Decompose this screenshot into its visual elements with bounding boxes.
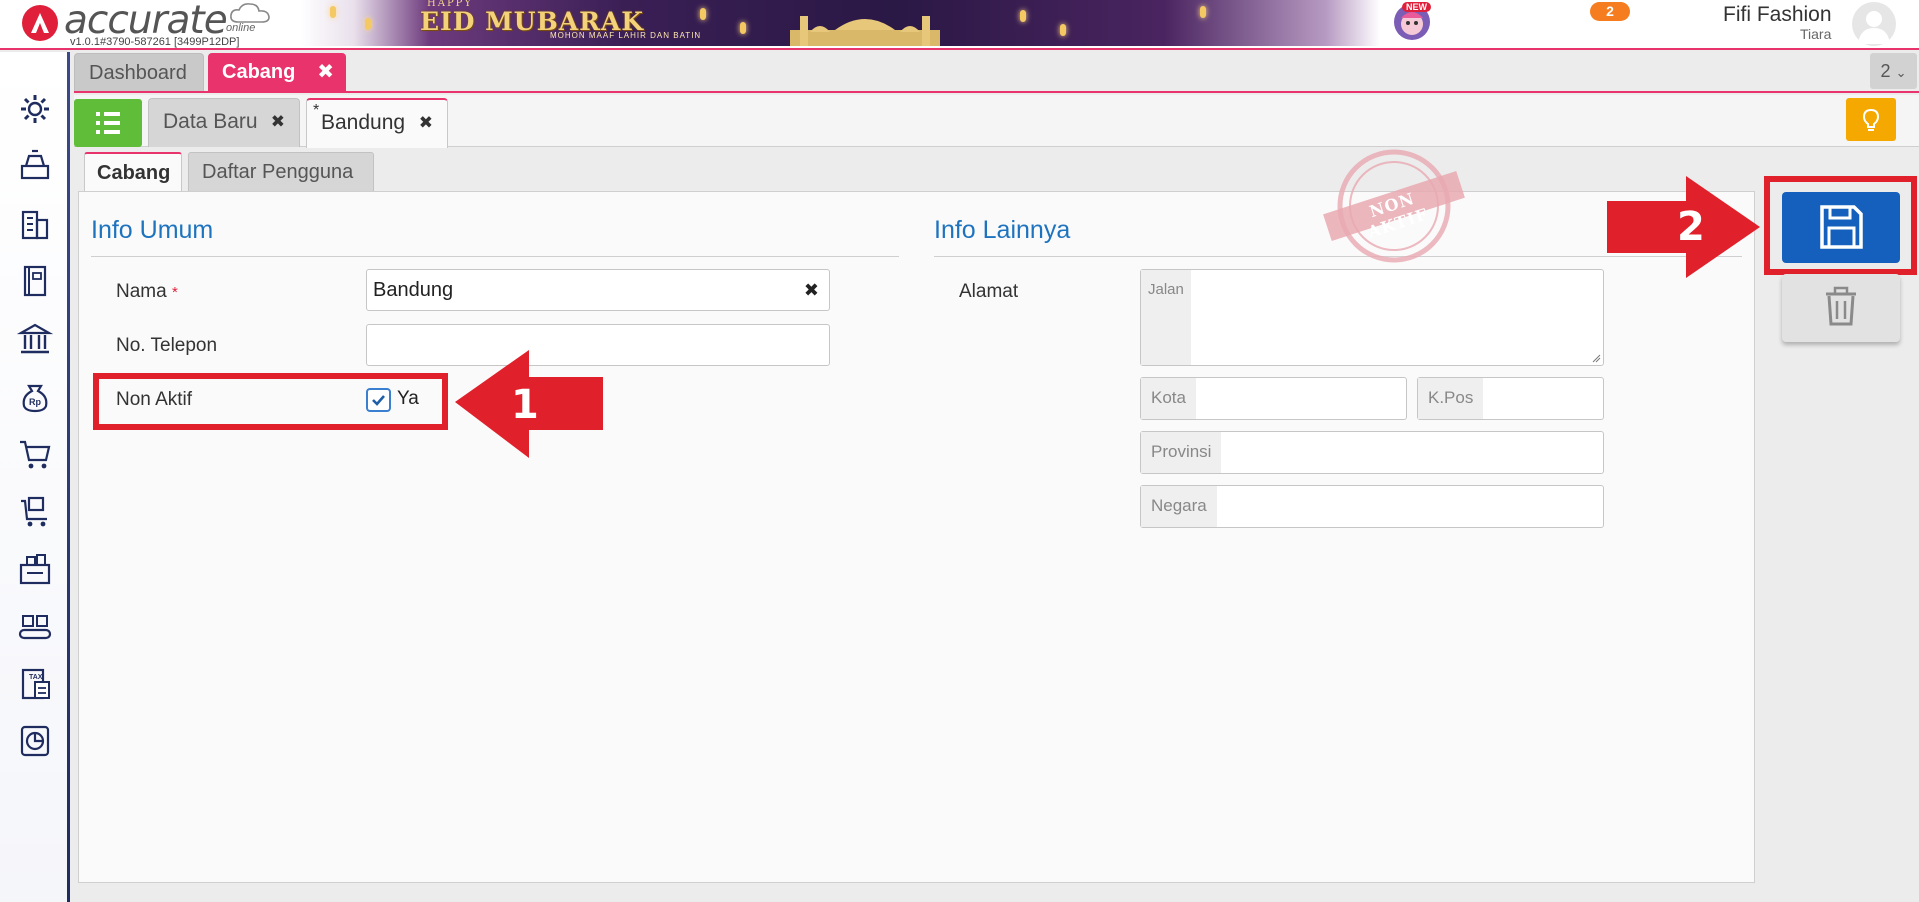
clear-icon[interactable]: ✖: [804, 270, 819, 310]
close-icon[interactable]: ✖: [419, 100, 433, 146]
annotation-step-2: 2: [1677, 204, 1705, 250]
lantern-icon: [700, 8, 706, 20]
notification-count-badge: 2: [1590, 2, 1630, 21]
non-aktif-stamp: NON AKTIF: [1322, 148, 1466, 266]
provinsi-input[interactable]: Provinsi: [1140, 431, 1604, 474]
open-tabs-count-dropdown[interactable]: 2 ⌄: [1870, 53, 1917, 89]
nama-input[interactable]: Bandung ✖: [366, 269, 830, 311]
tips-button[interactable]: [1846, 98, 1896, 141]
section-title-info-lainnya: Info Lainnya: [934, 216, 1071, 244]
chevron-down-icon: ⌄: [1895, 65, 1907, 80]
svg-text:?: ?: [1537, 15, 1546, 31]
cash-register-icon[interactable]: [17, 148, 53, 184]
help-icon[interactable]: ?: [1528, 10, 1554, 36]
jalan-textarea[interactable]: Jalan: [1140, 269, 1604, 366]
tab-label: Cabang: [97, 162, 171, 184]
lantern-icon: [1020, 10, 1026, 22]
tab-label: Dashboard: [89, 62, 187, 84]
building-icon[interactable]: [17, 206, 53, 242]
close-icon[interactable]: ✖: [271, 99, 285, 145]
inventory-icon[interactable]: [17, 551, 53, 587]
negara-input[interactable]: Negara: [1140, 485, 1604, 528]
list-icon: [96, 112, 120, 134]
section-title-info-umum: Info Umum: [91, 216, 214, 244]
kota-input[interactable]: Kota: [1140, 377, 1407, 420]
unsaved-marker: *: [313, 102, 320, 119]
svg-text:Rp: Rp: [29, 397, 41, 407]
mosque-icon: [790, 16, 940, 46]
tab-label: Bandung: [321, 111, 406, 134]
delete-button[interactable]: [1782, 274, 1900, 342]
gear-icon[interactable]: [17, 91, 53, 127]
kpos-prefix: K.Pos: [1418, 378, 1484, 419]
kota-prefix: Kota: [1141, 378, 1196, 419]
new-badge: NEW: [1402, 2, 1431, 12]
tab-label: Cabang: [222, 61, 296, 83]
bell-icon[interactable]: [1586, 20, 1608, 44]
jalan-prefix: Jalan: [1141, 270, 1191, 365]
required-marker: *: [171, 284, 178, 301]
conveyor-icon[interactable]: [17, 608, 53, 644]
list-view-button[interactable]: [74, 99, 142, 147]
ledger-book-icon[interactable]: [17, 263, 53, 299]
tab-cabang[interactable]: Cabang ✖: [208, 53, 346, 91]
nama-label: Nama *: [116, 281, 178, 303]
top-bar: accurate online v1.0.1#3790-587261 [3499…: [0, 0, 1919, 50]
search-icon[interactable]: [1465, 10, 1491, 36]
kpos-input[interactable]: K.Pos: [1417, 377, 1604, 420]
telepon-label: No. Telepon: [116, 335, 218, 356]
section-divider: [91, 256, 899, 257]
trash-icon: [1826, 286, 1856, 326]
lantern-icon: [330, 6, 336, 18]
tab-bandung[interactable]: * Bandung ✖: [306, 98, 448, 148]
provinsi-prefix: Provinsi: [1141, 432, 1222, 473]
alamat-label: Alamat: [959, 281, 1019, 302]
tax-document-icon[interactable]: TAX: [17, 666, 53, 702]
lantern-icon: [1060, 24, 1066, 36]
bank-icon[interactable]: [17, 321, 53, 357]
close-icon[interactable]: ✖: [317, 53, 334, 91]
whats-new-button[interactable]: NEW: [1394, 2, 1431, 40]
lantern-icon: [1200, 6, 1206, 18]
logo-online-text: online: [226, 22, 256, 34]
left-sidebar: Rp TAX: [0, 52, 70, 902]
resize-handle-icon[interactable]: [1591, 353, 1601, 363]
nama-value: Bandung: [373, 279, 454, 301]
avatar[interactable]: [1852, 2, 1896, 46]
negara-prefix: Negara: [1141, 486, 1217, 527]
lightbulb-icon: [1862, 108, 1880, 131]
tab-dashboard[interactable]: Dashboard: [74, 53, 204, 91]
tab-divider: [74, 91, 1919, 93]
svg-text:TAX: TAX: [29, 674, 43, 681]
lantern-icon: [365, 18, 371, 30]
shopping-cart-icon[interactable]: [17, 436, 53, 472]
tab-label: Daftar Pengguna: [202, 161, 354, 183]
pie-chart-report-icon[interactable]: [17, 723, 53, 759]
accurate-logo-icon: [22, 5, 58, 41]
tab-label: Data Baru: [163, 110, 258, 133]
form-tabs: Data Baru ✖ * Bandung ✖: [74, 95, 1919, 148]
tab-count: 2: [1880, 61, 1891, 81]
annotation-step-1: 1: [511, 382, 539, 428]
money-bag-icon[interactable]: Rp: [17, 378, 53, 414]
tab-data-baru[interactable]: Data Baru ✖: [148, 98, 300, 147]
banner-subtitle: MOHON MAAF LAHIR DAN BATIN: [550, 31, 702, 40]
tab-cabang-detail[interactable]: Cabang: [84, 152, 182, 192]
tab-daftar-pengguna[interactable]: Daftar Pengguna: [188, 152, 374, 192]
user-name[interactable]: Fifi Fashion: [1723, 3, 1832, 27]
highlight-box-non-aktif: [93, 373, 448, 430]
floppy-disk-icon: [1820, 205, 1863, 249]
user-avatar-icon: [1858, 11, 1890, 44]
version-text: v1.0.1#3790-587261 [3499P12DP]: [70, 36, 240, 48]
module-tabs: Dashboard Cabang ✖ 2 ⌄: [74, 53, 1919, 93]
eid-mubarak-banner: HAPPY EID MUBARAK MOHON MAAF LAHIR DAN B…: [300, 0, 1380, 46]
label-text: Nama: [116, 281, 167, 302]
cart-box-icon[interactable]: [17, 493, 53, 529]
user-subtitle: Tiara: [1800, 26, 1832, 42]
save-button[interactable]: [1782, 192, 1900, 263]
lantern-icon: [740, 22, 746, 34]
